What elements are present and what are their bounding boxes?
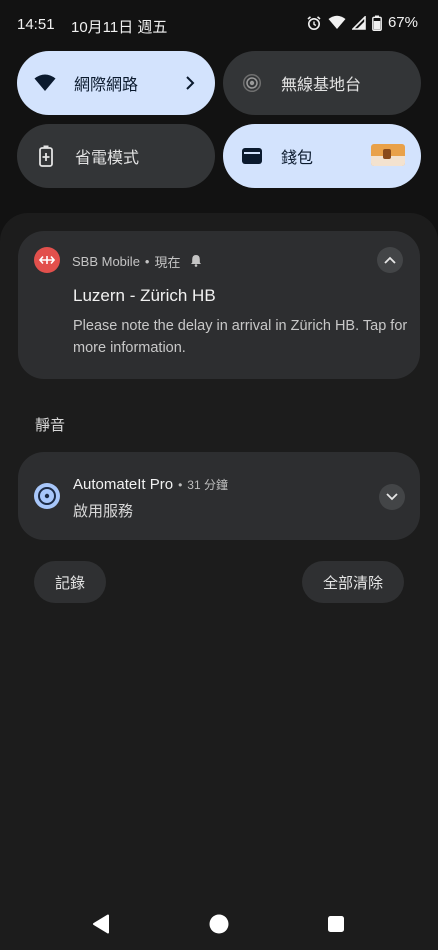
wallet-icon bbox=[241, 145, 263, 167]
bell-icon bbox=[190, 254, 202, 270]
status-bar: 14:51 10月11日 週五 67% bbox=[0, 0, 438, 50]
notification-automateit-text: 啟用服務 bbox=[73, 503, 134, 520]
battery-saver-icon bbox=[35, 145, 57, 167]
tile-internet[interactable]: 網際網路 bbox=[17, 51, 215, 115]
chevron-right-icon[interactable] bbox=[185, 75, 195, 96]
notification-automateit-time: 31 分鐘 bbox=[187, 478, 228, 492]
wallet-card-thumbnail bbox=[371, 144, 405, 166]
hotspot-icon bbox=[241, 72, 263, 94]
chevron-down-icon bbox=[386, 488, 398, 506]
wifi-icon bbox=[34, 72, 56, 94]
battery-icon bbox=[372, 15, 382, 31]
silent-section-header: 靜音 bbox=[35, 417, 66, 434]
notification-sbb-app: SBB Mobile bbox=[72, 254, 140, 269]
clear-all-button[interactable]: 全部清除 bbox=[302, 561, 404, 603]
wifi-status-icon bbox=[328, 15, 346, 30]
tile-hotspot[interactable]: 無線基地台 bbox=[223, 51, 421, 115]
notification-automateit-app: AutomateIt Pro bbox=[73, 476, 174, 493]
collapse-button[interactable] bbox=[377, 247, 403, 273]
history-button[interactable]: 記錄 bbox=[34, 561, 106, 603]
alarm-icon bbox=[306, 15, 322, 31]
notification-sbb[interactable]: SBB Mobile • 現在 Luzern - Zürich HB Pleas… bbox=[18, 231, 420, 379]
tile-battery-saver-label: 省電模式 bbox=[75, 150, 140, 167]
notification-automateit-header: AutomateIt Pro • 31 分鐘 bbox=[73, 476, 228, 493]
tile-wallet[interactable]: 錢包 bbox=[223, 124, 421, 188]
navigation-bar bbox=[0, 900, 438, 950]
notification-sbb-time: 現在 bbox=[154, 255, 181, 270]
back-icon[interactable] bbox=[92, 914, 110, 939]
signal-icon bbox=[351, 15, 366, 30]
notification-sbb-header: SBB Mobile • 現在 bbox=[72, 252, 202, 271]
chevron-up-icon bbox=[384, 251, 396, 269]
status-time: 14:51 bbox=[17, 16, 55, 33]
tile-internet-label: 網際網路 bbox=[74, 77, 139, 94]
header-separator: • bbox=[178, 478, 183, 492]
status-date: 10月11日 週五 bbox=[71, 19, 168, 36]
notification-sbb-body: Please note the delay in arrival in Züri… bbox=[73, 318, 408, 356]
sbb-logo-icon bbox=[34, 247, 60, 273]
notification-automateit[interactable]: AutomateIt Pro • 31 分鐘 啟用服務 bbox=[18, 452, 420, 540]
status-icons: 67% bbox=[306, 14, 418, 31]
battery-percent: 67% bbox=[387, 14, 418, 31]
automateit-icon bbox=[34, 483, 60, 509]
recents-icon[interactable] bbox=[327, 915, 345, 938]
tile-hotspot-label: 無線基地台 bbox=[281, 77, 362, 94]
header-separator: • bbox=[144, 254, 150, 269]
notification-sbb-title: Luzern - Zürich HB bbox=[73, 286, 216, 305]
expand-button[interactable] bbox=[379, 484, 405, 510]
home-icon[interactable] bbox=[209, 914, 229, 939]
tile-wallet-label: 錢包 bbox=[281, 150, 314, 167]
tile-battery-saver[interactable]: 省電模式 bbox=[17, 124, 215, 188]
